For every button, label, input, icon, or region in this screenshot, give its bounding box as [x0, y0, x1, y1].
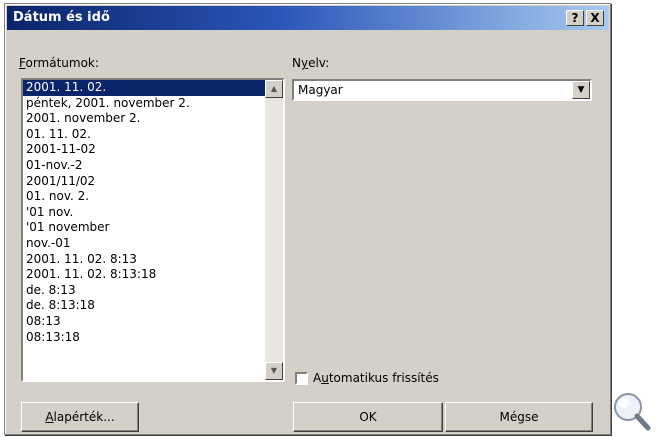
format-list-item[interactable]: 08:13:18: [23, 330, 265, 346]
cancel-button[interactable]: Mégse: [445, 402, 593, 432]
format-list-item[interactable]: 2001/11/02: [23, 174, 265, 190]
auto-update-label[interactable]: Automatikus frissítés: [313, 371, 439, 385]
scroll-down-arrow-icon: ▼: [270, 366, 278, 375]
language-label: Nyelv:: [292, 56, 330, 70]
language-select[interactable]: Magyar ▼: [292, 79, 592, 101]
format-list-item[interactable]: '01 nov.: [23, 205, 265, 221]
title-bar[interactable]: Dátum és idő ? X: [7, 6, 608, 30]
format-list-item[interactable]: de. 8:13: [23, 283, 265, 299]
close-icon: X: [590, 11, 600, 25]
chevron-down-icon: ▼: [577, 85, 585, 95]
auto-update-checkbox[interactable]: [295, 372, 308, 385]
close-button[interactable]: X: [586, 10, 604, 26]
magnifier-icon[interactable]: [606, 390, 665, 435]
format-list-item[interactable]: de. 8:13:18: [23, 298, 265, 314]
format-list-item[interactable]: 2001. 11. 02.: [23, 80, 265, 96]
format-list-item[interactable]: '01 november: [23, 220, 265, 236]
format-list-item[interactable]: 2001. november 2.: [23, 111, 265, 127]
ok-button[interactable]: OK: [293, 402, 443, 432]
format-list-item[interactable]: péntek, 2001. november 2.: [23, 96, 265, 112]
scroll-up-button[interactable]: ▲: [265, 80, 283, 98]
scroll-up-arrow-icon: ▲: [270, 84, 278, 93]
format-list-item[interactable]: 2001. 11. 02. 8:13: [23, 252, 265, 268]
help-icon: ?: [571, 11, 579, 25]
format-list-item[interactable]: nov.-01: [23, 236, 265, 252]
language-value: Magyar: [298, 83, 343, 97]
dialog-title: Dátum és idő: [13, 10, 110, 25]
scroll-down-button[interactable]: ▼: [265, 362, 283, 380]
formats-scrollbar[interactable]: ▲ ▼: [265, 80, 283, 380]
format-list-item[interactable]: 08:13: [23, 314, 265, 330]
formats-list-items: 2001. 11. 02. péntek, 2001. november 2. 20…: [23, 80, 265, 380]
format-list-item[interactable]: 2001-11-02: [23, 142, 265, 158]
formats-list[interactable]: 2001. 11. 02. péntek, 2001. november 2. 20…: [21, 78, 285, 382]
defaults-button[interactable]: Alapérték...: [21, 402, 139, 432]
formats-label: Formátumok:: [19, 56, 99, 70]
format-list-item[interactable]: 2001. 11. 02. 8:13:18: [23, 267, 265, 283]
format-list-item[interactable]: 01. 11. 02.: [23, 127, 265, 143]
date-time-dialog: Dátum és idő ? X Formátumok: 2001. 11. 0…: [4, 3, 611, 435]
format-list-item[interactable]: 01-nov.-2: [23, 158, 265, 174]
language-dropdown-button[interactable]: ▼: [572, 81, 590, 99]
format-list-item[interactable]: 01. nov. 2.: [23, 189, 265, 205]
help-button[interactable]: ?: [566, 10, 584, 26]
